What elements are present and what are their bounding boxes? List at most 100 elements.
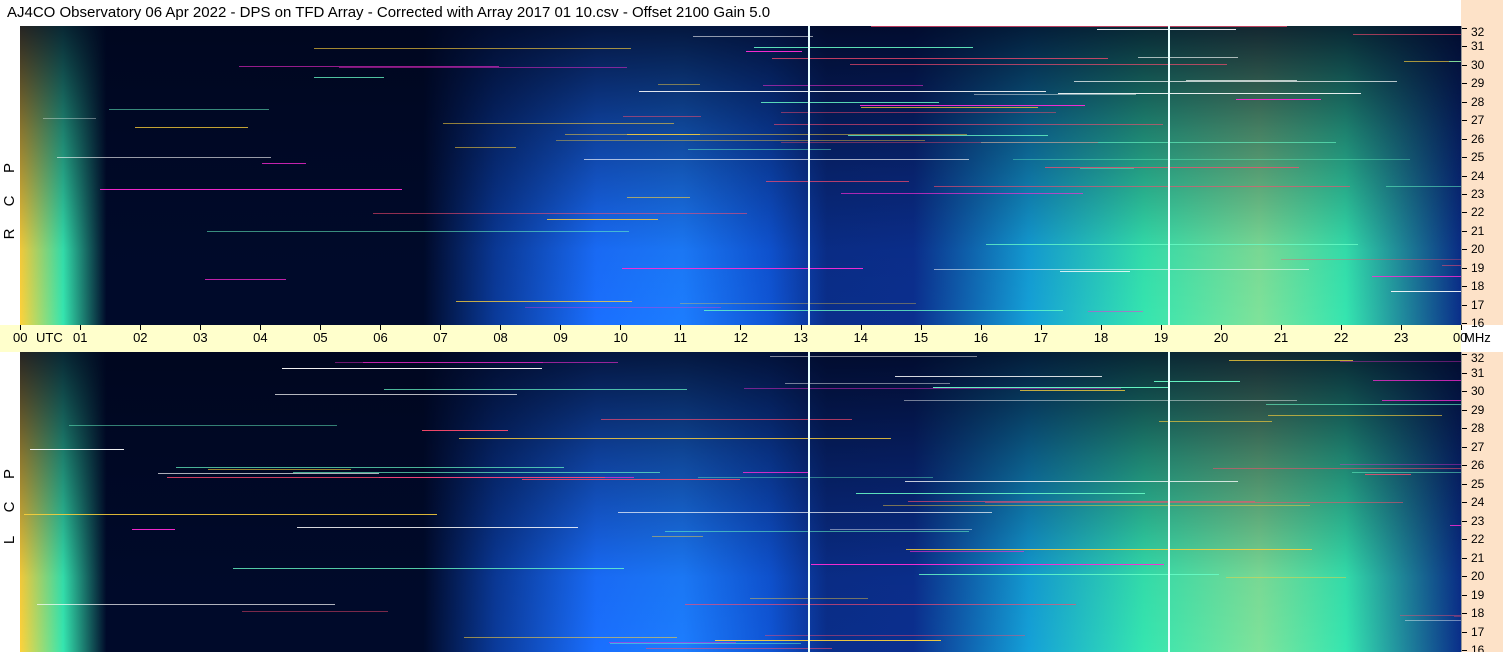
- frequency-tick: [1462, 304, 1467, 306]
- spectrogram-upper-shade: [20, 26, 1461, 325]
- rfi-stripe: [1213, 468, 1461, 469]
- rfi-stripe: [860, 105, 1085, 106]
- rfi-stripe: [314, 48, 631, 49]
- rfi-stripe: [665, 531, 969, 532]
- frequency-tick: [1462, 138, 1467, 140]
- rfi-stripe: [985, 502, 1404, 503]
- utc-hour-label: 17: [1033, 330, 1049, 345]
- rfi-stripe: [919, 574, 1220, 575]
- frequency-tick: [1462, 28, 1467, 29]
- frequency-label: 30: [1471, 57, 1485, 72]
- rfi-stripe: [856, 493, 1145, 494]
- rfi-stripe: [1400, 615, 1461, 616]
- rfi-stripe: [135, 127, 248, 128]
- frequency-tick: [1462, 83, 1467, 85]
- rfi-stripe: [1229, 360, 1354, 361]
- frequency-tick: [1462, 212, 1467, 214]
- frequency-label: 18: [1471, 279, 1485, 294]
- rfi-stripe: [1045, 167, 1300, 168]
- rfi-stripe: [765, 635, 1025, 636]
- utc-hour-label: 19: [1153, 330, 1169, 345]
- polarization-letter: R: [1, 228, 18, 240]
- rfi-stripe: [30, 449, 124, 450]
- rfi-stripe: [658, 84, 701, 85]
- rfi-stripe: [522, 479, 740, 480]
- rfi-stripe: [282, 368, 542, 369]
- rfi-stripe: [1186, 80, 1298, 81]
- frequency-label: 28: [1471, 94, 1485, 109]
- rfi-stripe: [744, 388, 1122, 389]
- rfi-stripe: [24, 514, 437, 515]
- utc-hour-label: 22: [1333, 330, 1349, 345]
- frequency-tick: [1462, 46, 1467, 48]
- polarization-strip-rcp: R C P: [0, 26, 20, 325]
- frequency-tick: [1462, 120, 1467, 122]
- frequency-label: 25: [1471, 476, 1485, 491]
- rfi-stripe: [69, 425, 337, 426]
- rfi-stripe: [314, 77, 384, 78]
- rfi-stripe: [746, 51, 803, 52]
- frequency-label: 16: [1471, 316, 1485, 330]
- rfi-stripe: [167, 477, 605, 478]
- frequency-tick: [1462, 631, 1467, 633]
- rfi-stripe: [293, 472, 660, 473]
- utc-time-axis: MHz 00 UTC 01 02 03 04 05 06 07 08 09 10 11 12 13 14 15 1…: [0, 325, 1491, 352]
- rfi-stripe: [233, 568, 624, 569]
- rfi-stripe: [1097, 29, 1237, 30]
- rfi-stripe: [1373, 380, 1461, 381]
- frequency-label: 19: [1471, 587, 1485, 602]
- rfi-stripe: [1020, 390, 1126, 391]
- frequency-tick: [1462, 230, 1467, 232]
- rfi-stripe: [754, 47, 973, 48]
- rfi-stripe: [763, 85, 924, 86]
- frequency-tick: [1462, 323, 1467, 324]
- frequency-label: 29: [1471, 402, 1485, 417]
- frequency-label: 28: [1471, 421, 1485, 435]
- utc-hour-label: 09: [553, 330, 568, 345]
- rfi-stripe: [176, 467, 564, 468]
- utc-hour-label: 06: [373, 330, 388, 345]
- rfi-stripe: [1281, 259, 1461, 260]
- calibration-line: [1168, 26, 1170, 325]
- frequency-label: 21: [1471, 550, 1485, 565]
- frequency-tick: [1462, 157, 1467, 159]
- rfi-stripe: [811, 564, 1165, 565]
- utc-hour-label: 02: [133, 330, 148, 345]
- utc-hour-label: 00: [1452, 330, 1468, 345]
- mhz-unit-label: MHz: [1464, 330, 1491, 345]
- rfi-stripe: [895, 376, 1103, 377]
- rfi-stripe: [556, 140, 925, 141]
- utc-hour-label: 00: [13, 330, 28, 345]
- rfi-stripe: [646, 648, 832, 649]
- frequency-axis-rcp: 32 31 30 29 28 27 26 25 24 23 22 21 20 19 18 17 16: [1461, 26, 1503, 329]
- rfi-stripe: [1405, 620, 1461, 621]
- rfi-stripe: [464, 637, 677, 638]
- utc-hour-label: 21: [1273, 330, 1289, 345]
- rfi-stripe: [627, 197, 691, 198]
- rfi-stripe: [339, 67, 627, 68]
- frequency-tick: [1462, 286, 1467, 288]
- rfi-stripe: [109, 109, 269, 110]
- rfi-stripe: [693, 36, 814, 37]
- rfi-stripe: [443, 123, 674, 124]
- calibration-line: [808, 352, 810, 652]
- rfi-stripe: [986, 244, 1359, 245]
- rfi-stripe: [908, 501, 1256, 502]
- polarization-letter: C: [1, 195, 18, 207]
- calibration-line: [808, 26, 810, 325]
- frequency-tick: [1462, 594, 1467, 596]
- rfi-stripe: [239, 66, 499, 67]
- rfi-stripe: [781, 112, 1056, 113]
- rfi-stripe: [774, 124, 1163, 125]
- rfi-stripe: [883, 505, 1311, 506]
- utc-hour-label: 12: [733, 330, 748, 345]
- utc-hour-label: 10: [613, 330, 628, 345]
- frequency-label: 29: [1471, 76, 1485, 91]
- rfi-stripe: [1386, 186, 1461, 187]
- frequency-tick: [1462, 446, 1467, 448]
- rfi-stripe: [871, 26, 1288, 27]
- rfi-stripe: [275, 394, 517, 395]
- rfi-stripe: [363, 362, 618, 363]
- rfi-stripe: [761, 102, 939, 103]
- frequency-tick: [1462, 101, 1467, 103]
